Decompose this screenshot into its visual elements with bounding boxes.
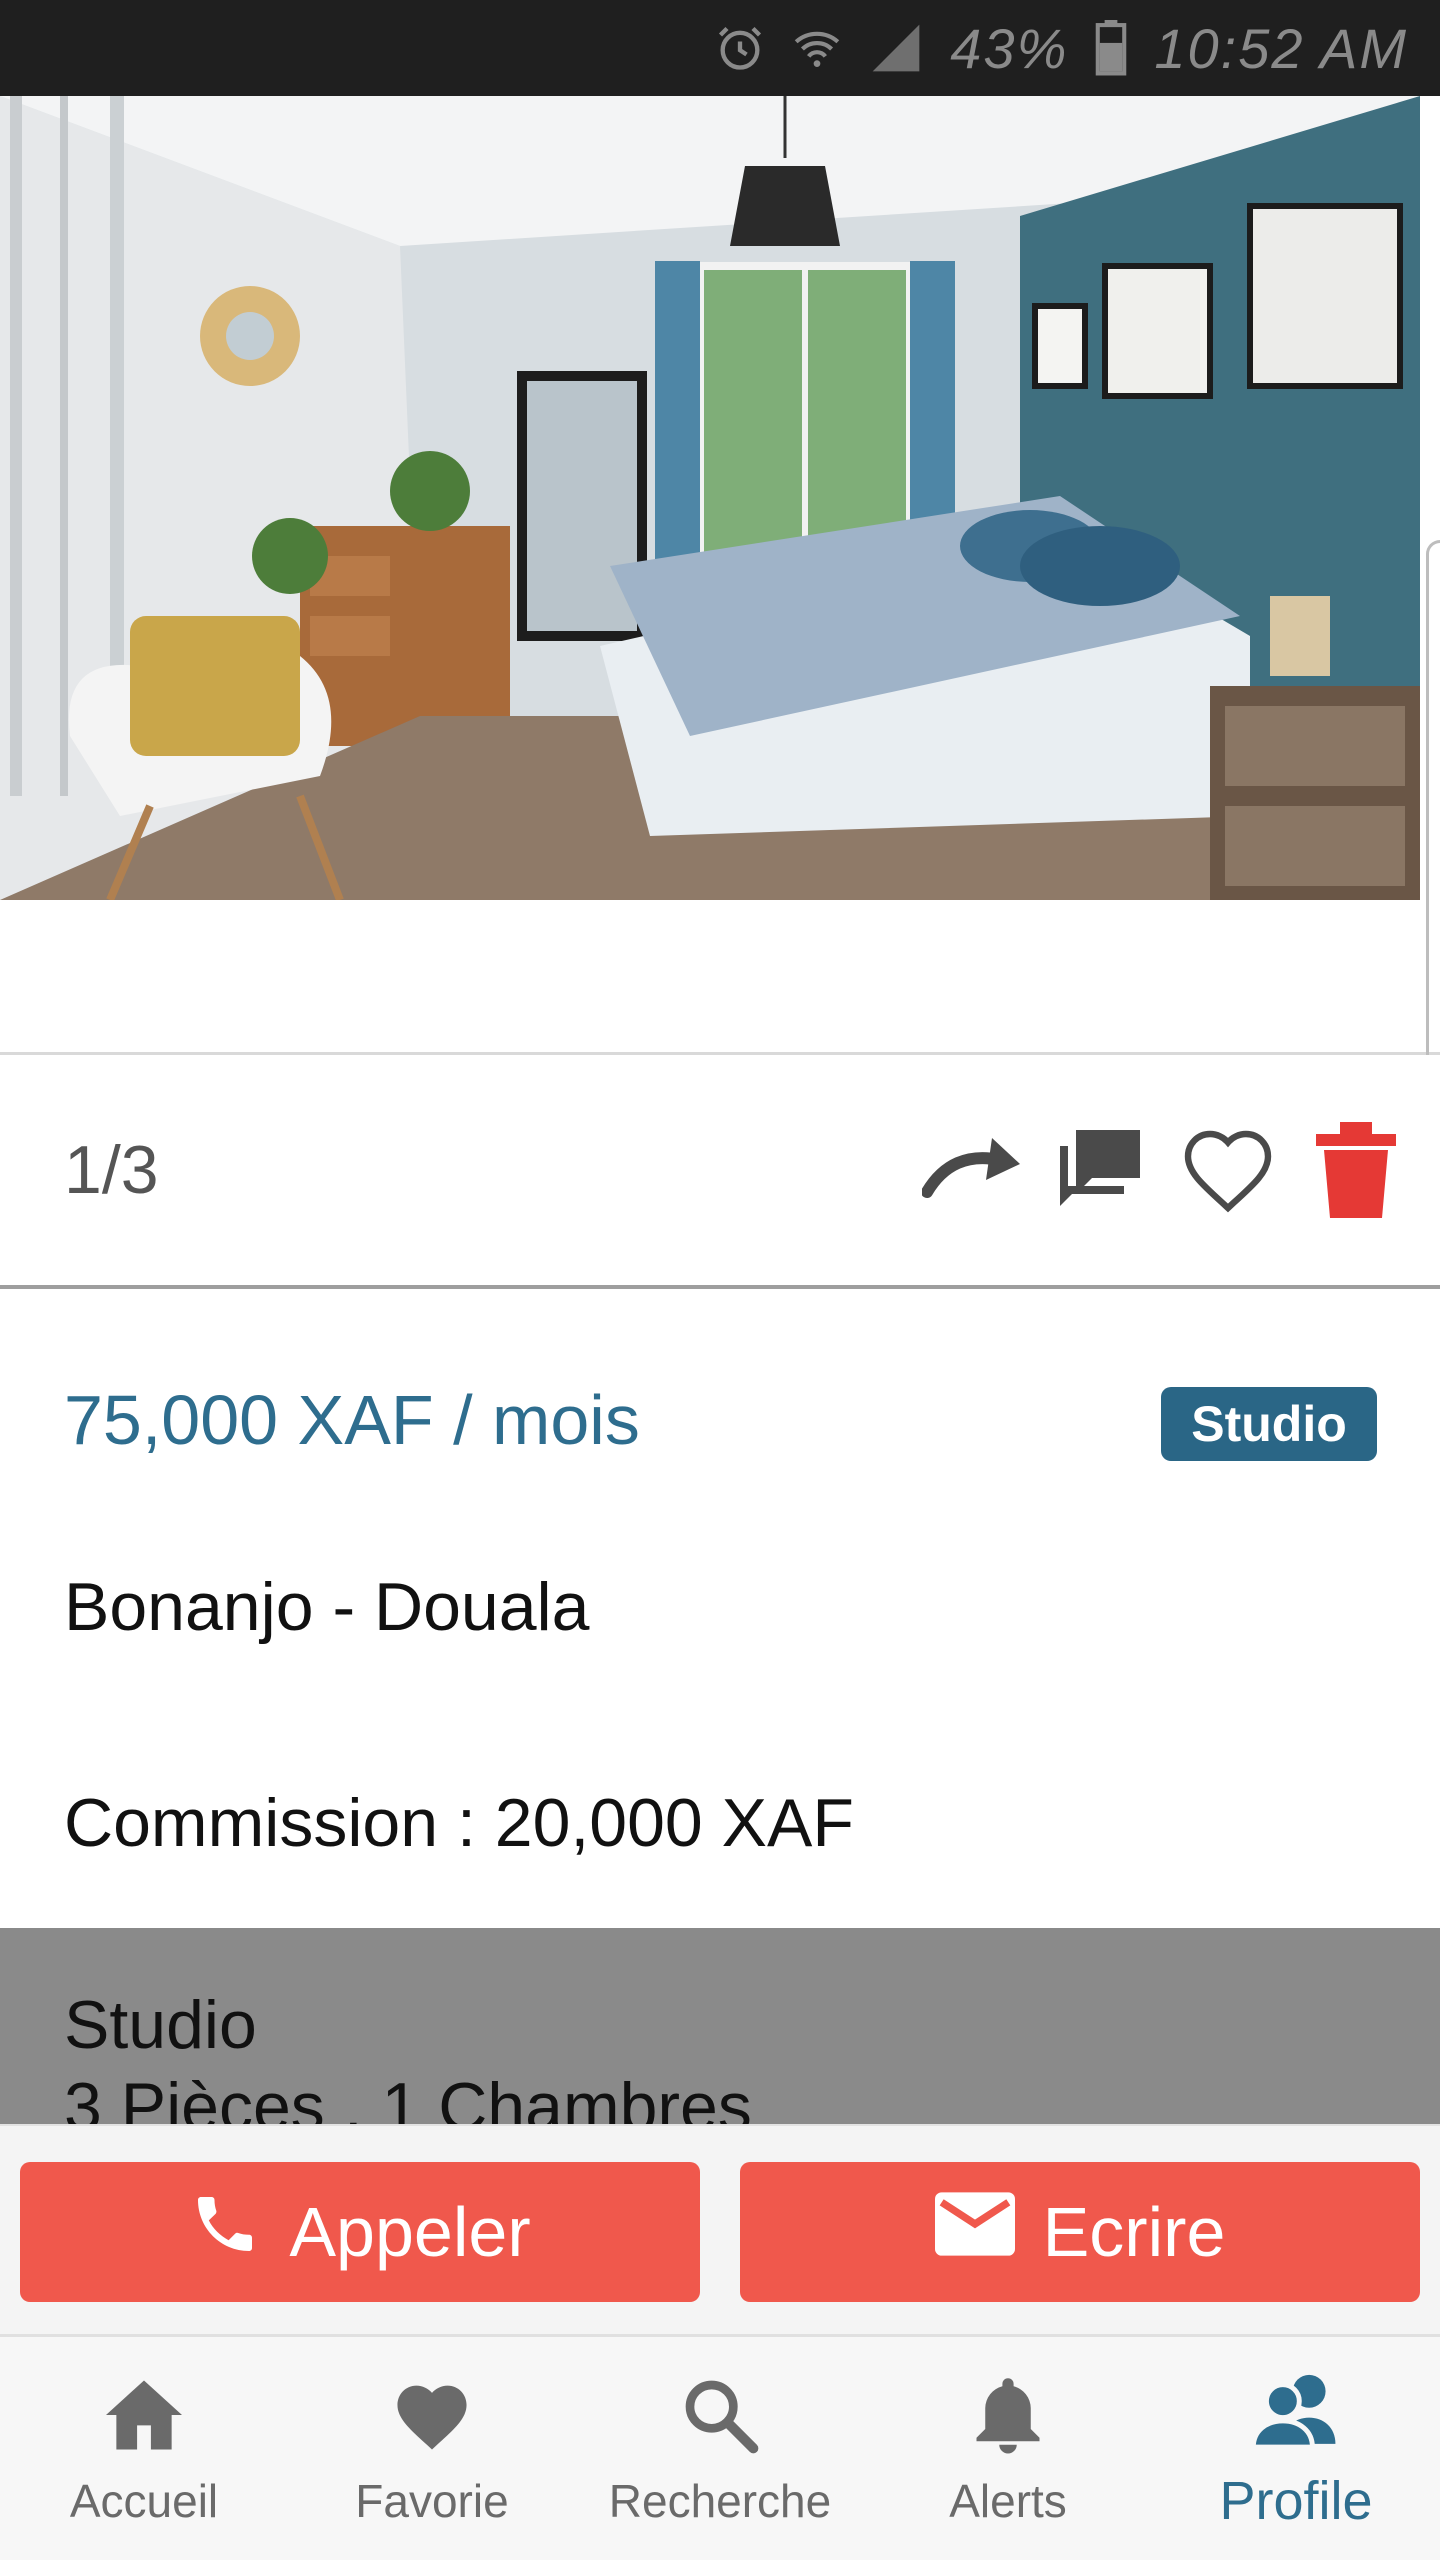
summary-type: Studio [64, 1987, 257, 2063]
listing-location: Bonanjo - Douala [64, 1569, 590, 1645]
home-icon [102, 2370, 186, 2460]
status-bar: 43% 10:52 AM [0, 0, 1440, 96]
delete-trash-icon[interactable] [1306, 1120, 1406, 1220]
nav-item-accueil[interactable]: Accueil [0, 2337, 288, 2560]
write-button-label: Ecrire [1042, 2193, 1226, 2271]
property-type-badge: Studio [1161, 1387, 1377, 1461]
listing-commission: Commission : 20,000 XAF [64, 1785, 854, 1861]
nav-label: Alerts [949, 2474, 1067, 2527]
profile-icon [1250, 2366, 1342, 2456]
action-icons [922, 1055, 1406, 1285]
nav-label: Recherche [608, 2474, 832, 2527]
bell-icon [970, 2370, 1046, 2460]
nav-item-favorie[interactable]: Favorie [288, 2337, 576, 2560]
photo-action-row: 1/3 [0, 1055, 1440, 1285]
contact-bar: Appeler Ecrire [0, 2124, 1440, 2334]
summary-rooms: 3 Pièces , 1 Chambres [64, 2069, 752, 2128]
favorite-heart-icon[interactable] [1178, 1120, 1278, 1220]
bottom-navigation: Accueil Favorie Recherche Alerts Profile [0, 2334, 1440, 2560]
mail-icon [934, 2192, 1015, 2272]
comments-icon[interactable] [1050, 1120, 1150, 1220]
signal-icon [868, 20, 924, 76]
nav-item-profile[interactable]: Profile [1152, 2337, 1440, 2560]
clock: 10:52 AM [1154, 16, 1408, 80]
photo-counter: 1/3 [64, 1132, 159, 1208]
call-button[interactable]: Appeler [20, 2162, 700, 2302]
nav-label: Accueil [69, 2474, 219, 2527]
search-icon [680, 2370, 760, 2460]
listing-summary: Studio 3 Pièces , 1 Chambres [0, 1928, 1440, 2128]
listing-photo[interactable] [0, 96, 1420, 900]
photo-spacer [0, 900, 1440, 1052]
divider [0, 1285, 1440, 1289]
share-icon[interactable] [922, 1120, 1022, 1220]
battery-icon [1094, 20, 1128, 76]
nav-label: Profile [1219, 2470, 1373, 2531]
write-button[interactable]: Ecrire [740, 2162, 1420, 2302]
nav-label: Favorie [355, 2474, 509, 2527]
alarm-icon [714, 22, 766, 74]
nav-item-recherche[interactable]: Recherche [576, 2337, 864, 2560]
phone-icon [189, 2188, 261, 2276]
drawer-handle[interactable] [1426, 540, 1440, 1130]
heart-icon [390, 2370, 474, 2460]
wifi-icon [792, 23, 842, 73]
listing-price: 75,000 XAF / mois [64, 1381, 640, 1459]
nav-item-alerts[interactable]: Alerts [864, 2337, 1152, 2560]
battery-percent: 43% [950, 16, 1069, 80]
call-button-label: Appeler [289, 2193, 531, 2271]
